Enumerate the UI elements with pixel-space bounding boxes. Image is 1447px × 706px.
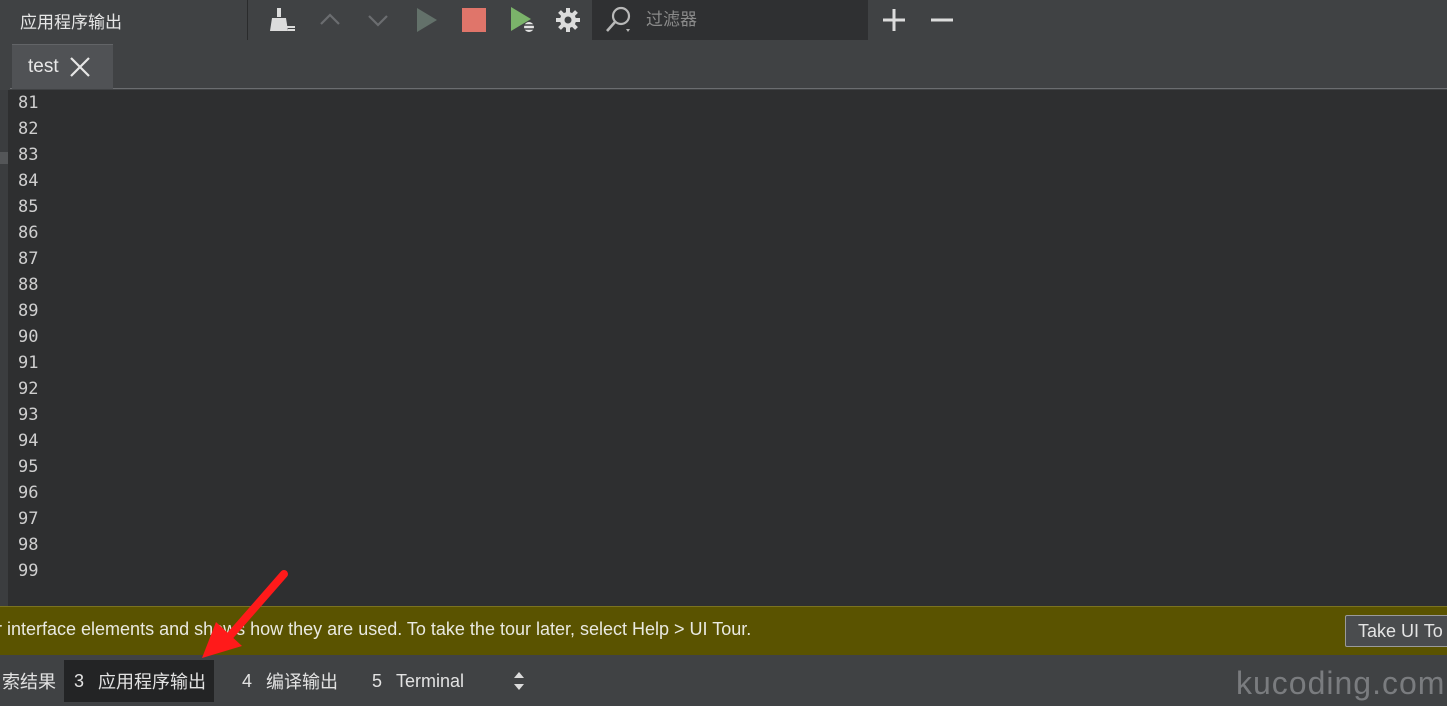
output-line: 84 (18, 171, 39, 191)
output-line: 88 (18, 275, 39, 295)
clear-output-icon (270, 8, 295, 31)
tab-test[interactable]: test (12, 44, 113, 89)
output-line: 89 (18, 301, 39, 321)
more-panels-icon[interactable] (510, 669, 528, 693)
tab-label: test (28, 56, 59, 77)
debug-run-button[interactable] (498, 0, 546, 40)
output-toolbar: 应用程序输出 (0, 0, 1447, 40)
output-line: 85 (18, 197, 39, 217)
stop-icon (462, 8, 486, 32)
tab-label: 编译输出 (266, 672, 339, 692)
search-icon (606, 6, 631, 32)
chevron-down-icon (368, 15, 388, 27)
output-line: 99 (18, 561, 39, 581)
tabbar-divider (10, 88, 1447, 89)
chevron-up-icon (320, 13, 340, 25)
output-line: 86 (18, 223, 39, 243)
left-splitter[interactable] (0, 90, 8, 606)
filter-box[interactable] (592, 0, 868, 40)
clear-output-button[interactable] (258, 0, 306, 40)
tab-compile-output[interactable]: 4 编译输出 (232, 660, 348, 702)
rerun-button[interactable] (402, 0, 450, 40)
tab-number: 3 (74, 670, 85, 691)
plus-icon (883, 9, 905, 31)
tab-search-results[interactable]: 索结果 (0, 660, 66, 702)
debug-run-icon (511, 7, 535, 32)
next-item-button[interactable] (354, 0, 402, 40)
annotation-arrow-icon (202, 570, 288, 658)
previous-item-button[interactable] (306, 0, 354, 40)
output-area[interactable]: 81 82 83 84 85 86 87 88 89 90 91 92 93 94 95 96 97 98 99 (8, 90, 1447, 606)
tab-number: 4 (242, 670, 253, 691)
watermark-text: kucoding.com (1236, 665, 1446, 701)
infobar-text: r interface elements and shows how they … (0, 619, 752, 639)
tab-terminal[interactable]: 5 Terminal (362, 660, 474, 702)
zoom-out-button[interactable] (918, 0, 966, 40)
splitter-handle[interactable] (0, 152, 8, 164)
output-line: 87 (18, 249, 39, 269)
output-line: 98 (18, 535, 39, 555)
close-icon[interactable] (69, 56, 91, 78)
tab-label: 索结果 (2, 672, 56, 692)
filter-input[interactable] (644, 9, 868, 31)
output-line: 91 (18, 353, 39, 373)
gear-icon (556, 8, 580, 32)
output-line: 96 (18, 483, 39, 503)
tab-label: Terminal (396, 670, 465, 691)
take-ui-tour-button[interactable]: Take UI To (1345, 615, 1447, 647)
output-line: 94 (18, 431, 39, 451)
minus-icon (931, 18, 953, 22)
output-tabbar (0, 40, 1447, 90)
tab-label: 应用程序输出 (98, 672, 207, 692)
tab-application-output[interactable]: 3 应用程序输出 (64, 660, 215, 702)
output-line: 97 (18, 509, 39, 529)
output-line: 95 (18, 457, 39, 477)
output-line: 92 (18, 379, 39, 399)
output-line: 90 (18, 327, 39, 347)
output-line: 83 (18, 145, 39, 165)
zoom-in-button[interactable] (870, 0, 918, 40)
output-line: 82 (18, 119, 39, 139)
output-line: 81 (18, 93, 39, 113)
pane-title: 应用程序输出 (0, 0, 248, 40)
output-line: 93 (18, 405, 39, 425)
tab-number: 5 (372, 670, 383, 691)
stop-button[interactable] (450, 0, 498, 40)
run-icon (417, 8, 437, 32)
settings-button[interactable] (546, 0, 590, 40)
